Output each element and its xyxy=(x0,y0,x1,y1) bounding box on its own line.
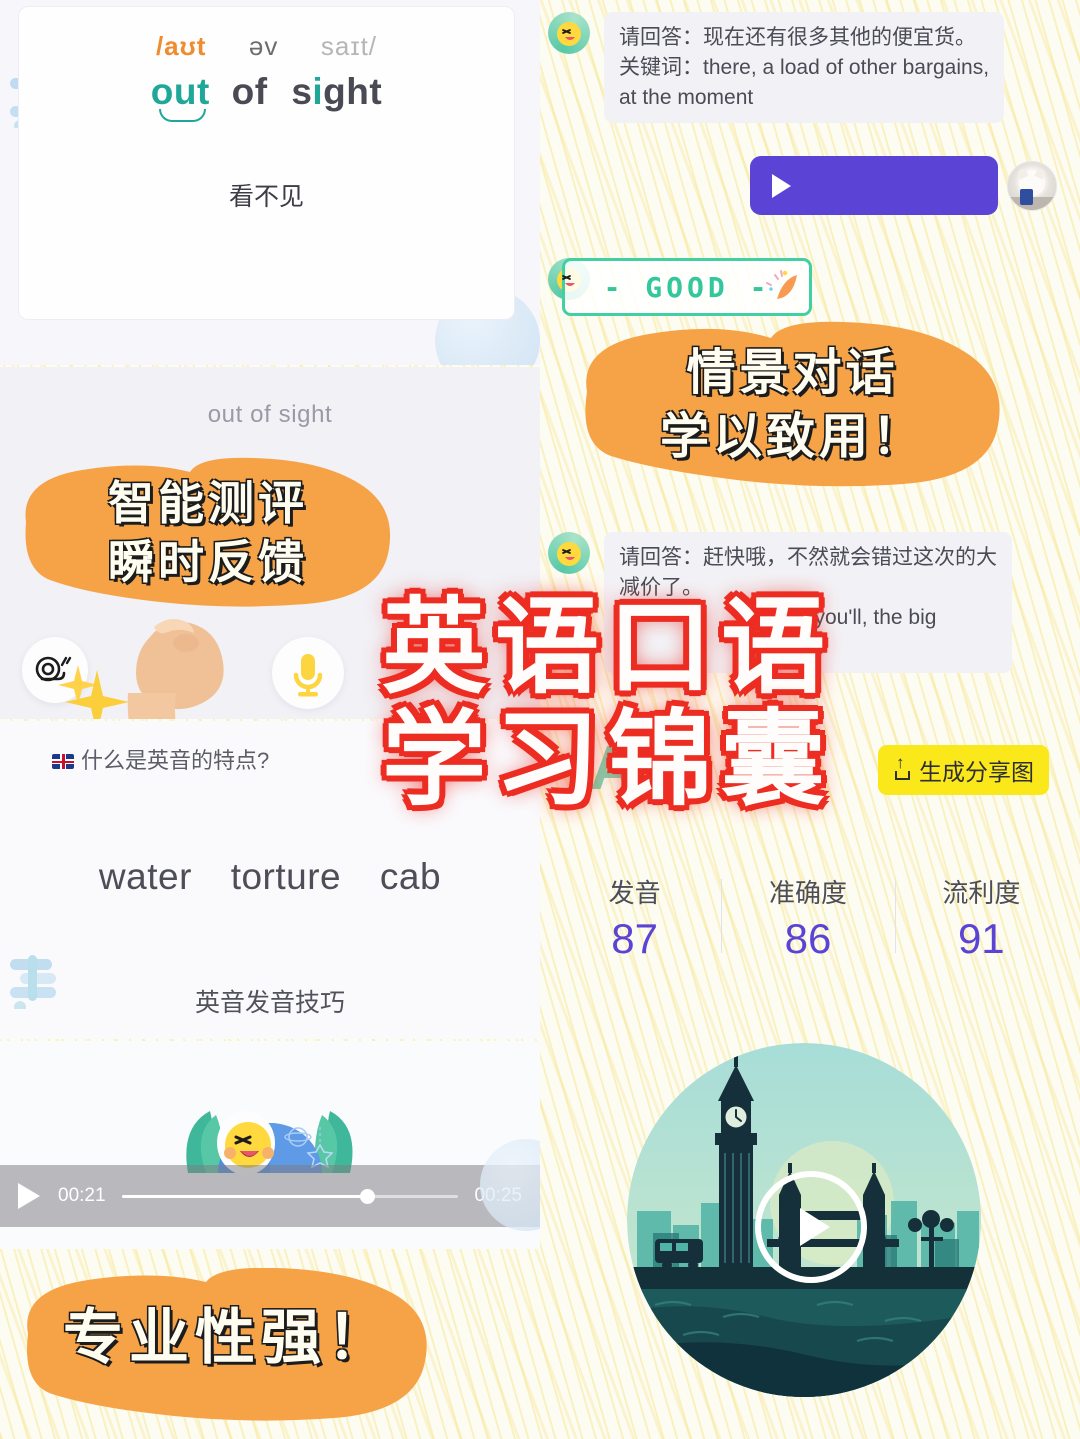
phonetic-part-3: saɪt/ xyxy=(320,31,378,61)
play-icon[interactable] xyxy=(772,173,791,198)
chat-line-2: 关键词：there, a load of other bargains, xyxy=(619,55,990,79)
banner-smart-evaluation: 智能测评 瞬时反馈 xyxy=(8,452,408,612)
score-panel: A e 生成分享图 发音 87 准确度 86 流利度 91 xyxy=(548,726,1068,975)
mascot-face-icon-2 xyxy=(562,275,575,286)
word-row: out of sight xyxy=(19,71,514,122)
title-line-1: 英语口语 xyxy=(381,590,834,706)
banner-line-2: 瞬时反馈 xyxy=(108,535,308,588)
word-part-2: of xyxy=(231,71,268,112)
video-player-screenshot: 00:21 00:25 xyxy=(0,1041,540,1249)
video-progress-handle[interactable] xyxy=(359,1188,375,1204)
banner-line-1: 智能测评 xyxy=(108,477,308,529)
play-icon[interactable] xyxy=(18,1183,40,1209)
practice-word-1[interactable]: torture xyxy=(231,856,341,897)
dog-avatar xyxy=(1007,160,1057,211)
practice-question-text: 什么是英音的特点? xyxy=(81,748,270,773)
party-popper-icon xyxy=(766,270,797,299)
phonetic-part-1: /aʊt xyxy=(155,31,207,61)
sparkle-icon-2 xyxy=(65,670,129,719)
score-item-fluency: 流利度 91 xyxy=(894,873,1068,963)
word-card: /aʊt əv saɪt/ out of sight 看不见 xyxy=(18,6,515,320)
score-value-2: 91 xyxy=(957,915,1005,962)
practice-question: 什么是英音的特点? xyxy=(52,743,269,775)
word-meaning: 看不见 xyxy=(228,183,304,211)
score-label-0: 发音 xyxy=(608,878,661,908)
mascot-face-icon-3 xyxy=(562,549,575,560)
score-item-pronunciation: 发音 87 xyxy=(548,873,721,963)
practice-word-2[interactable]: cab xyxy=(380,856,441,897)
mascot-illustration xyxy=(186,1111,353,1175)
score-label-1: 准确度 xyxy=(768,878,847,908)
banner-scenario-dialog: 情景对话 学以致用！ xyxy=(565,320,1020,495)
video-progress-fill xyxy=(121,1194,368,1198)
poster-collage: /aʊt əv saɪt/ out of sight 看不见 out of si… xyxy=(0,0,1080,1439)
good-badge-label: - GOOD - xyxy=(603,270,771,304)
chat-bubble-1: 请回答：现在还有很多其他的便宜货。 关键词：there, a load of o… xyxy=(604,12,1005,124)
london-video-card[interactable] xyxy=(627,1043,982,1398)
chat2-line-1: 请回答：赶快哦，不然就会错过这次的大 xyxy=(619,546,997,569)
eval-word-label: out of sight xyxy=(207,401,333,428)
share-button-label: 生成分享图 xyxy=(919,759,1034,785)
chat-line-3: at the moment xyxy=(619,85,754,109)
word-card-screenshot: /aʊt əv saɪt/ out of sight 看不见 xyxy=(0,0,540,365)
chat-message-audio[interactable] xyxy=(750,156,1057,215)
practice-word-row: water torture cab xyxy=(0,856,540,898)
banner-text-3: 专业性强！ xyxy=(63,1304,393,1371)
audio-play-pill[interactable] xyxy=(750,156,998,215)
play-icon xyxy=(800,1207,830,1246)
practice-word-0[interactable]: water xyxy=(99,856,192,897)
mascot-avatar xyxy=(548,12,590,54)
chat-message-text-1: 请回答：现在还有很多其他的便宜货。 关键词：there, a load of o… xyxy=(548,12,1005,124)
banner2-line-2: 学以致用！ xyxy=(659,409,925,464)
score-item-accuracy: 准确度 86 xyxy=(721,873,894,963)
chat-message-badge: - GOOD - xyxy=(548,258,812,316)
mascot-face-icon xyxy=(562,29,575,40)
banner-text: 智能测评 瞬时反馈 xyxy=(8,452,408,592)
video-current-time: 00:21 xyxy=(58,1185,106,1206)
banner-professional: 专业性强！ xyxy=(8,1268,448,1423)
share-button[interactable]: 生成分享图 xyxy=(878,745,1049,795)
score-row: 发音 87 准确度 86 流利度 91 xyxy=(548,873,1068,963)
video-controls[interactable]: 00:21 00:25 xyxy=(0,1165,540,1227)
practice-tip: 英音发音技巧 xyxy=(194,989,345,1017)
phonetic-row: /aʊt əv saɪt/ xyxy=(19,31,514,62)
banner2-line-1: 情景对话 xyxy=(686,346,899,400)
word-part-3: sight xyxy=(291,71,383,112)
word-part-1: out xyxy=(150,71,210,122)
score-value-1: 86 xyxy=(784,915,832,962)
page-title: 英语口语 学习锦囊 xyxy=(318,592,898,817)
score-label-2: 流利度 xyxy=(942,878,1021,908)
score-value-0: 87 xyxy=(611,915,659,962)
banner-text-2: 情景对话 学以致用！ xyxy=(565,320,1020,469)
title-line-2: 学习锦囊 xyxy=(381,702,834,819)
play-button[interactable] xyxy=(754,1170,867,1283)
phonetic-part-2: əv xyxy=(248,31,279,61)
good-badge: - GOOD - xyxy=(562,258,812,316)
uk-flag-icon xyxy=(52,754,74,769)
video-progress-bar[interactable] xyxy=(121,1188,459,1204)
mascot-avatar-3 xyxy=(548,532,590,574)
chat-line-1: 请回答：现在还有很多其他的便宜货。 xyxy=(619,26,976,49)
